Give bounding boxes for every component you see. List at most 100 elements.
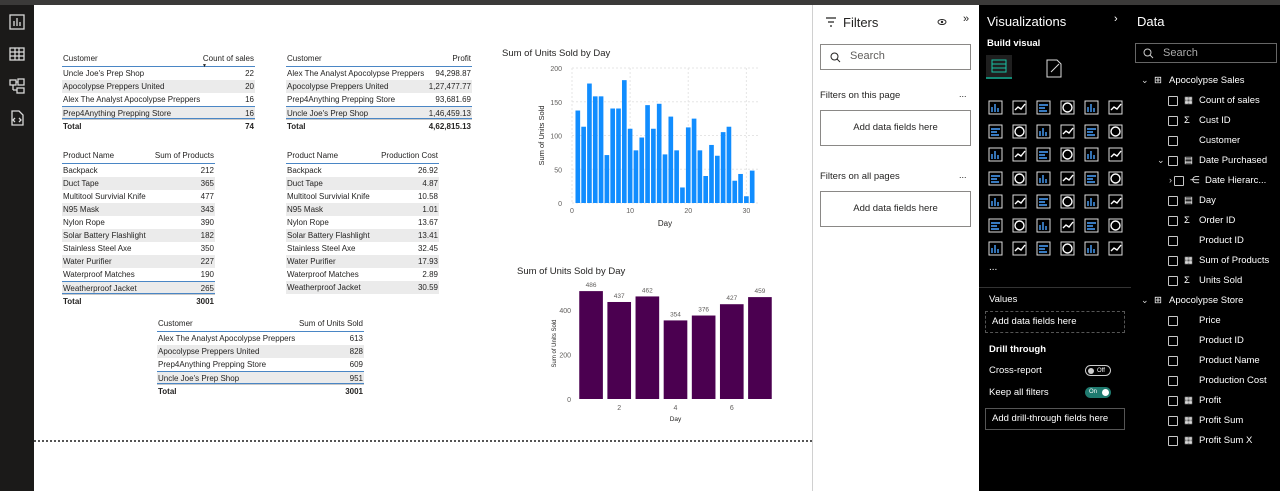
power-automate-icon[interactable] xyxy=(1035,240,1052,257)
field-checkbox[interactable] xyxy=(1168,96,1178,106)
field-checkbox[interactable] xyxy=(1168,356,1178,366)
field-checkbox[interactable] xyxy=(1168,156,1178,166)
chart-units-by-day-purple[interactable]: 0 200 400 486 437 2 462 354 4 376 427 6 459 Day Sum of… xyxy=(512,282,782,427)
field-label[interactable]: Profit Sum xyxy=(1199,414,1243,428)
100-bar-icon[interactable] xyxy=(1083,99,1100,116)
data-table-name[interactable]: Apocolypse Store xyxy=(1169,294,1243,308)
table-row[interactable]: Backpack 26.92 xyxy=(286,164,439,177)
table-profit[interactable]: Customer Profit Alex The Analyst Apocolyps… xyxy=(286,51,472,132)
table-row[interactable]: Uncle Joe's Prep Shop 22 xyxy=(62,67,255,80)
field-checkbox[interactable] xyxy=(1168,276,1178,286)
table-row[interactable]: Prep4Anything Prepping Store 93,681.69 xyxy=(286,93,472,106)
column-header[interactable]: Customer xyxy=(63,51,203,66)
table-row[interactable]: Duct Tape 365 xyxy=(62,177,215,190)
table-row[interactable]: Nylon Rope 13.67 xyxy=(286,216,439,229)
chart-units-by-day-blue[interactable]: 0 50 100 150 200 0 10 20 30 Day Sum of Units Sold xyxy=(496,61,766,235)
field-checkbox[interactable] xyxy=(1168,396,1178,406)
table-row[interactable]: Multitool Survivial Knife 477 xyxy=(62,190,215,203)
stacked-area-icon[interactable] xyxy=(1035,123,1052,140)
collapse-viz-icon[interactable]: › xyxy=(1114,13,1118,25)
sort-descending-icon[interactable]: ▼ xyxy=(202,58,207,74)
more-options-icon[interactable]: ... xyxy=(959,170,967,180)
field-checkbox[interactable] xyxy=(1168,316,1178,326)
100-column-icon[interactable] xyxy=(1107,99,1124,116)
field-checkbox[interactable] xyxy=(1168,236,1178,246)
table-row[interactable]: Prep4Anything Prepping Store 609 xyxy=(157,358,364,371)
column-header[interactable]: Product Name xyxy=(287,148,381,163)
field-checkbox[interactable] xyxy=(1168,136,1178,146)
scatter-icon[interactable] xyxy=(1059,146,1076,163)
line-column-icon[interactable] xyxy=(1083,123,1100,140)
table-row[interactable]: Solar Battery Flashlight 182 xyxy=(62,229,215,242)
metrics-icon[interactable] xyxy=(1107,217,1124,234)
field-checkbox[interactable] xyxy=(1174,176,1184,186)
table-row[interactable]: N95 Mask 1.01 xyxy=(286,203,439,216)
field-label[interactable]: Day xyxy=(1199,194,1216,208)
column-header[interactable]: Product Name xyxy=(63,148,155,163)
decomposition-tree-icon[interactable] xyxy=(1035,217,1052,234)
table-count-of-sales[interactable]: Customer Count of sales ▼ Uncle Joe's Prep … xyxy=(62,51,255,132)
field-label[interactable]: Profit xyxy=(1199,394,1221,408)
r-visual-icon[interactable] xyxy=(1107,193,1124,210)
field-label[interactable]: Sum of Products xyxy=(1199,254,1269,268)
table-units-sold[interactable]: Customer Sum of Units Sold Alex The Analys… xyxy=(157,316,364,397)
table-row[interactable]: N95 Mask 343 xyxy=(62,203,215,216)
field-checkbox[interactable] xyxy=(1168,196,1178,206)
table-row[interactable]: Uncle Joe's Prep Shop 951 xyxy=(157,371,364,384)
field-checkbox[interactable] xyxy=(1168,336,1178,346)
table-row[interactable]: Waterproof Matches 190 xyxy=(62,268,215,281)
field-label[interactable]: Product ID xyxy=(1199,334,1244,348)
stacked-column-icon[interactable] xyxy=(1011,99,1028,116)
format-visual-icon[interactable] xyxy=(1043,57,1065,79)
chevrons-icon[interactable] xyxy=(1107,240,1124,257)
field-checkbox[interactable] xyxy=(1168,116,1178,126)
field-label[interactable]: Count of sales xyxy=(1199,94,1260,108)
dax-query-icon[interactable] xyxy=(8,109,26,127)
table-row[interactable]: Apocolypse Preppers United 1,27,477.77 xyxy=(286,80,472,93)
model-view-icon[interactable] xyxy=(8,77,26,95)
funnel-icon[interactable] xyxy=(1035,146,1052,163)
eye-icon[interactable] xyxy=(937,17,947,27)
key-influencers-icon[interactable] xyxy=(1011,217,1028,234)
paginated-report-icon[interactable] xyxy=(987,240,1004,257)
field-label[interactable]: Date Hierarc... xyxy=(1205,174,1266,188)
line-clustered-icon[interactable] xyxy=(987,146,1004,163)
field-label[interactable]: Date Purchased xyxy=(1199,154,1267,168)
table-row[interactable]: Weatherproof Jacket 265 xyxy=(62,281,215,294)
table-row[interactable]: Water Purifier 227 xyxy=(62,255,215,268)
chevron-right-icon[interactable]: › xyxy=(1169,175,1172,185)
ribbon-chart-icon[interactable] xyxy=(1011,146,1028,163)
clustered-bar-icon[interactable] xyxy=(1035,99,1052,116)
donut-icon[interactable] xyxy=(1107,146,1124,163)
more-options-icon[interactable]: ... xyxy=(959,89,967,99)
table-row[interactable]: Apocolypse Preppers United 20 xyxy=(62,80,255,93)
collapse-filters-icon[interactable]: » xyxy=(963,13,969,25)
filled-map-icon[interactable] xyxy=(1035,170,1052,187)
column-header[interactable]: Production Cost xyxy=(381,148,438,163)
table-row[interactable]: Alex The Analyst Apocolypse Preppers 16 xyxy=(62,93,255,106)
field-label[interactable]: Profit Sum X xyxy=(1199,434,1252,448)
build-visual-tab[interactable] xyxy=(986,55,1012,79)
table-view-icon[interactable] xyxy=(8,45,26,63)
diamond-icon[interactable] xyxy=(1083,240,1100,257)
table-row[interactable]: Apocolypse Preppers United 828 xyxy=(157,345,364,358)
field-checkbox[interactable] xyxy=(1168,216,1178,226)
python-icon[interactable] xyxy=(987,217,1004,234)
table-row[interactable]: Solar Battery Flashlight 13.41 xyxy=(286,229,439,242)
field-label[interactable]: Product Name xyxy=(1199,354,1260,368)
table-row[interactable]: Weatherproof Jacket 30.59 xyxy=(286,281,439,294)
drill-through-drop-zone[interactable]: Add drill-through fields here xyxy=(985,408,1125,430)
field-label[interactable]: Product ID xyxy=(1199,234,1244,248)
table-row[interactable]: Multitool Survivial Knife 10.58 xyxy=(286,190,439,203)
waterfall-icon[interactable] xyxy=(1107,123,1124,140)
table-row[interactable]: Backpack 212 xyxy=(62,164,215,177)
field-label[interactable]: Order ID xyxy=(1199,214,1235,228)
table-production-cost[interactable]: Product Name Production Cost Backpack 26.92… xyxy=(286,148,439,294)
chevron-down-icon[interactable]: ⌄ xyxy=(1141,295,1149,306)
keep-all-filters-toggle[interactable]: On xyxy=(1085,387,1111,398)
area-chart-icon[interactable] xyxy=(1011,123,1028,140)
data-search-input[interactable]: Search xyxy=(1135,43,1277,63)
filters-search-input[interactable]: Search xyxy=(820,44,971,70)
table-row[interactable]: Uncle Joe's Prep Shop 1,46,459.13 xyxy=(286,106,472,119)
ribbon-icon[interactable] xyxy=(1059,123,1076,140)
